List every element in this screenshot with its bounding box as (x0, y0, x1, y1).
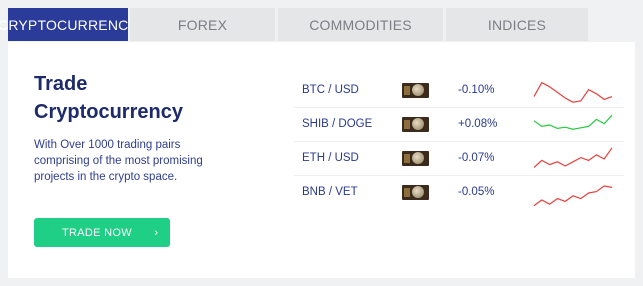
pair-change: -0.07% (458, 152, 495, 164)
pair-row[interactable]: BNB / VET -0.05% (294, 176, 624, 210)
pair-row[interactable]: SHIB / DOGE +0.08% (294, 108, 624, 142)
chevron-right-icon: › (154, 226, 158, 239)
pair-name: BTC / USD (302, 84, 359, 96)
sparkline (533, 114, 613, 130)
pair-change: -0.05% (458, 186, 495, 198)
sparkline-path (533, 147, 613, 168)
pairs-list: BTC / USD -0.10% SHIB / DOGE +0.08% ETH … (294, 74, 624, 210)
pair-name: ETH / USD (302, 152, 359, 164)
tab-forex[interactable]: FOREX (130, 8, 275, 41)
pair-thumbnail (402, 185, 429, 200)
sparkline (533, 81, 613, 103)
trade-now-button[interactable]: TRADE NOW › (34, 218, 170, 247)
tab-cryptocurrency[interactable]: CRYPTOCURRENCY (0, 8, 138, 41)
hero-title: Trade Cryptocurrency (34, 73, 183, 123)
tab-indices[interactable]: INDICES (446, 8, 588, 41)
pair-thumbnail (402, 117, 429, 132)
tab-commodities[interactable]: COMMODITIES (278, 8, 443, 41)
sparkline-path (533, 114, 613, 130)
pair-row[interactable]: ETH / USD -0.07% (294, 142, 624, 176)
crypto-panel: Trade Cryptocurrency With Over 1000 trad… (8, 42, 635, 278)
pair-change: +0.08% (458, 118, 498, 130)
hero-description: With Over 1000 trading pairs comprising … (34, 139, 203, 183)
pair-thumbnail (402, 151, 429, 166)
pair-name: BNB / VET (302, 186, 358, 198)
pair-row[interactable]: BTC / USD -0.10% (294, 74, 624, 108)
sparkline (533, 185, 613, 207)
pair-thumbnail (402, 83, 429, 98)
trade-now-label: TRADE NOW (62, 226, 132, 239)
pair-name: SHIB / DOGE (302, 118, 373, 130)
market-tabs: CRYPTOCURRENCY FOREX COMMODITIES INDICES (0, 8, 588, 41)
sparkline (533, 147, 613, 168)
sparkline-path (533, 185, 613, 207)
sparkline-path (533, 81, 613, 103)
pair-change: -0.10% (458, 84, 495, 96)
